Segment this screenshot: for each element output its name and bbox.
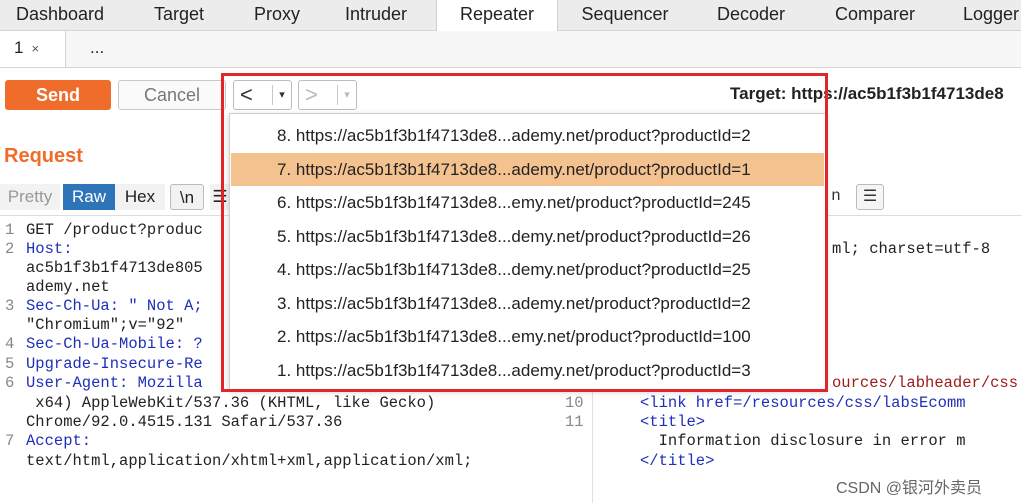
history-item[interactable]: 8. https://ac5b1f3b1f4713de8...ademy.net…	[231, 119, 824, 152]
tab-logger[interactable]: Logger	[941, 0, 1021, 30]
line-number: 2	[5, 240, 15, 258]
request-line[interactable]: Chrome/92.0.4515.131 Safari/537.36	[26, 413, 342, 431]
tab-proxy[interactable]: Proxy	[238, 0, 316, 30]
response-line[interactable]: ml; charset=utf-8	[832, 240, 990, 258]
menu-icon[interactable]: ☰	[210, 184, 230, 210]
history-back-button[interactable]: < ▾	[233, 80, 292, 110]
view-tab-raw[interactable]: Raw	[63, 184, 115, 210]
response-line[interactable]: </title>	[640, 452, 714, 470]
history-item[interactable]: 4. https://ac5b1f3b1f4713de8...demy.net/…	[231, 253, 824, 286]
chevron-down-icon[interactable]: ▾	[272, 85, 291, 105]
tab-decoder[interactable]: Decoder	[693, 0, 809, 30]
cancel-button[interactable]: Cancel	[118, 80, 226, 110]
line-number: 1	[5, 221, 15, 239]
line-number: 4	[5, 335, 15, 353]
request-line[interactable]: ac5b1f3b1f4713de805	[26, 259, 203, 277]
request-panel-title: Request	[4, 145, 83, 167]
newline-toggle-button[interactable]: \n	[170, 184, 204, 210]
chevron-down-icon[interactable]: ▾	[337, 85, 356, 105]
request-line[interactable]: User-Agent: Mozilla	[26, 374, 203, 392]
request-line[interactable]: Upgrade-Insecure-Re	[26, 355, 203, 373]
line-number: 11	[565, 413, 584, 431]
line-number: 5	[5, 355, 15, 373]
chevron-left-icon: <	[240, 82, 253, 107]
line-number: 10	[565, 394, 584, 412]
repeater-subtab-bar: 1 × ...	[0, 31, 1021, 68]
response-line[interactable]: Information disclosure in error m	[640, 432, 966, 450]
tab-dashboard[interactable]: Dashboard	[0, 0, 120, 30]
close-icon[interactable]: ×	[31, 41, 39, 56]
tab-intruder[interactable]: Intruder	[316, 0, 436, 30]
view-tab-hex[interactable]: Hex	[115, 184, 165, 210]
request-line[interactable]: Accept:	[26, 432, 91, 450]
line-number: 6	[5, 374, 15, 392]
watermark: CSDN @银河外卖员	[836, 480, 983, 497]
history-item[interactable]: 5. https://ac5b1f3b1f4713de8...demy.net/…	[231, 220, 824, 253]
view-tab-pretty[interactable]: Pretty	[0, 184, 60, 210]
request-line[interactable]: ademy.net	[26, 278, 110, 296]
tab-repeater[interactable]: Repeater	[436, 0, 558, 31]
tab-sequencer[interactable]: Sequencer	[557, 0, 693, 30]
history-item[interactable]: 3. https://ac5b1f3b1f4713de8...ademy.net…	[231, 287, 824, 320]
request-line[interactable]: GET /product?produc	[26, 221, 203, 239]
response-menu-icon[interactable]: ☰	[856, 184, 884, 210]
repeater-tab-1-label: 1	[14, 38, 24, 57]
history-forward-button[interactable]: > ▾	[298, 80, 357, 110]
response-line[interactable]: ources/labheader/css	[832, 374, 1018, 392]
response-line[interactable]: <title>	[640, 413, 705, 431]
request-line[interactable]: "Chromium";v="92"	[26, 316, 184, 334]
response-line[interactable]: <link href=/resources/css/labsEcomm	[640, 394, 966, 412]
chevron-right-icon: >	[305, 82, 318, 107]
tab-comparer[interactable]: Comparer	[809, 0, 941, 30]
new-tab-button[interactable]: ...	[90, 31, 120, 67]
tab-target[interactable]: Target	[120, 0, 238, 30]
target-label[interactable]: Target: https://ac5b1f3b1f4713de8	[730, 84, 1004, 104]
response-newline-toggle[interactable]: n	[822, 184, 850, 210]
history-item-selected[interactable]: 7. https://ac5b1f3b1f4713de8...ademy.net…	[231, 153, 824, 186]
history-dropdown: 8. https://ac5b1f3b1f4713de8...ademy.net…	[229, 113, 826, 390]
line-number: 7	[5, 432, 15, 450]
repeater-tab-1[interactable]: 1 ×	[0, 31, 66, 67]
request-line[interactable]: Sec-Ch-Ua: " Not A;	[26, 297, 203, 315]
history-item[interactable]: 2. https://ac5b1f3b1f4713de8...emy.net/p…	[231, 320, 824, 353]
main-tab-bar: Dashboard Target Proxy Intruder Repeater…	[0, 0, 1021, 31]
request-line[interactable]: Host:	[26, 240, 73, 258]
history-item[interactable]: 1. https://ac5b1f3b1f4713de8...ademy.net…	[231, 354, 824, 387]
request-line[interactable]: x64) AppleWebKit/537.36 (KHTML, like Gec…	[26, 394, 435, 412]
send-button[interactable]: Send	[5, 80, 111, 110]
request-line[interactable]: text/html,application/xhtml+xml,applicat…	[26, 452, 472, 470]
request-line[interactable]: Sec-Ch-Ua-Mobile: ?	[26, 335, 203, 353]
history-item[interactable]: 6. https://ac5b1f3b1f4713de8...emy.net/p…	[231, 186, 824, 219]
line-number: 3	[5, 297, 15, 315]
